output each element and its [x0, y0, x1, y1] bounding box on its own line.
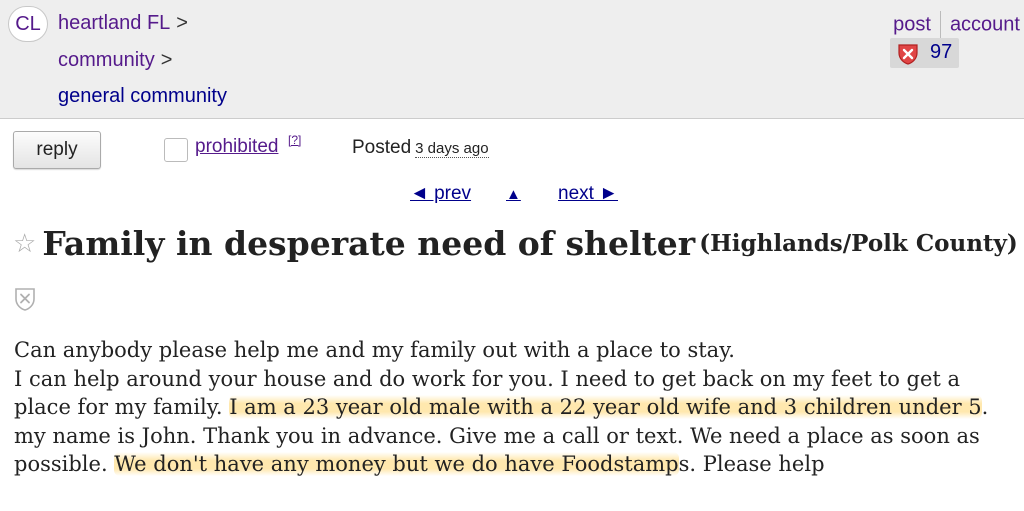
- shield-x-icon: [896, 42, 920, 71]
- favorites-count: 97: [930, 41, 953, 63]
- next-link[interactable]: next ►: [558, 183, 618, 205]
- reply-button[interactable]: reply: [13, 131, 101, 169]
- posted-label: Posted: [352, 137, 412, 158]
- posted-date: Posted 3 days ago: [352, 137, 489, 159]
- post-link[interactable]: post: [893, 13, 931, 35]
- prohibited-checkbox[interactable]: [164, 138, 188, 162]
- breadcrumb-link-section[interactable]: community: [58, 49, 155, 71]
- posting-body: Can anybody please help me and my family…: [14, 336, 1014, 479]
- highlighted-text: I am a 23 year old male with a 22 year o…: [229, 395, 982, 420]
- breadcrumb-region: heartland FL >: [58, 12, 188, 35]
- body-text-segment: s. Please help: [678, 452, 825, 477]
- hide-posting-icon[interactable]: [14, 287, 36, 316]
- account-link[interactable]: account: [950, 13, 1020, 35]
- prev-link[interactable]: ◄ prev: [410, 183, 471, 205]
- prohibited-link[interactable]: prohibited: [195, 136, 278, 158]
- site-header: CL heartland FL > community > general comm…: [0, 0, 1024, 119]
- prohibited-help-link[interactable]: [?]: [288, 133, 301, 147]
- top-links: post account: [893, 11, 1020, 39]
- link-divider: [939, 11, 941, 39]
- favorites-badge[interactable]: 97: [890, 38, 959, 68]
- posted-ago: 3 days ago: [415, 140, 489, 158]
- breadcrumb-separator: >: [160, 49, 173, 71]
- star-icon[interactable]: ☆: [13, 228, 36, 258]
- posting-title: Family in desperate need of shelter: [42, 224, 696, 263]
- highlighted-text: We don't have any money but we do have F…: [114, 452, 679, 477]
- breadcrumb-category: general community: [58, 85, 227, 108]
- up-link[interactable]: ▲: [506, 186, 521, 203]
- posting-location: (Highlands/Polk County): [699, 230, 1018, 257]
- breadcrumb-link-category[interactable]: general community: [58, 85, 227, 107]
- breadcrumb-link-region[interactable]: heartland FL: [58, 12, 170, 34]
- breadcrumb-separator: >: [176, 12, 188, 34]
- posting-title-row: ☆ Family in desperate need of shelter (Hig…: [13, 224, 1018, 263]
- breadcrumb-section: community >: [58, 49, 172, 72]
- craigslist-logo[interactable]: CL: [8, 6, 48, 42]
- body-line-1: Can anybody please help me and my family…: [14, 338, 735, 362]
